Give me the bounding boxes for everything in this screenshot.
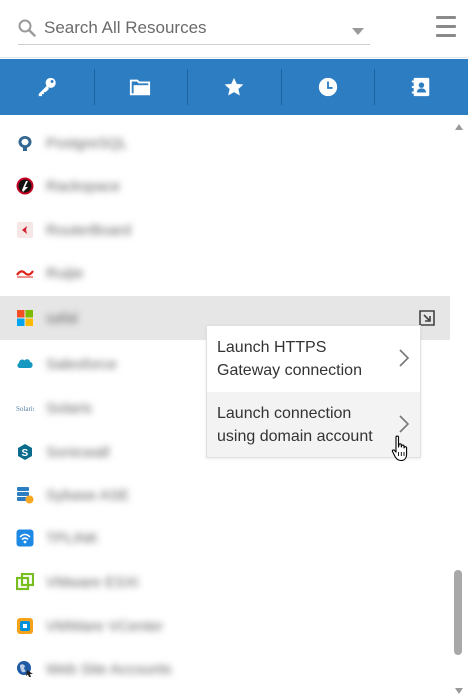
search-header — [0, 0, 468, 58]
vcenter-logo-icon — [17, 618, 33, 634]
sonicwall-logo-icon: S — [18, 444, 32, 460]
search-input[interactable] — [44, 15, 344, 41]
tab-bar — [0, 59, 468, 115]
scrollbar[interactable] — [450, 115, 468, 698]
launch-context-menu: Launch HTTPS Gateway connection Launch c… — [206, 325, 421, 458]
resource-name: Salesforce — [46, 355, 117, 373]
resource-name: Solaris — [46, 399, 92, 417]
svg-text:S: S — [22, 448, 29, 459]
salesforce-logo-icon — [17, 359, 33, 368]
tab-recent[interactable] — [280, 59, 375, 115]
chevron-right-icon — [399, 349, 410, 367]
resource-name: Web Site Accounts — [46, 660, 172, 678]
postgresql-logo-icon — [18, 136, 32, 151]
list-item[interactable]: PostgreSQL — [0, 121, 450, 165]
solaris-logo-icon: Solaris — [16, 405, 34, 413]
list-item[interactable]: Sybase ASE — [0, 473, 450, 517]
resource-name: TPLINK — [46, 529, 99, 547]
menu-item-launch-https-gateway[interactable]: Launch HTTPS Gateway connection — [207, 326, 420, 391]
resource-name: Sonicwall — [46, 443, 110, 461]
list-item[interactable]: RouterBoard — [0, 208, 450, 252]
resource-name: Sybase ASE — [46, 486, 130, 504]
resource-name: safal — [46, 309, 78, 327]
chevron-right-icon — [399, 415, 410, 433]
list-item[interactable]: Ruijie — [0, 251, 450, 295]
folder-icon — [130, 79, 151, 96]
menu-item-label: Launch connection using domain account — [217, 405, 373, 445]
search-box[interactable] — [18, 12, 370, 45]
resource-name: VMWare VCenter — [46, 617, 163, 635]
globe-logo-icon — [17, 661, 33, 677]
resource-name: Rackspace — [46, 177, 121, 195]
list-item[interactable]: VMWare VCenter — [0, 604, 450, 648]
database-logo-icon — [17, 487, 34, 504]
scroll-down-arrow-icon[interactable] — [455, 688, 463, 694]
list-item[interactable]: Web Site Accounts — [0, 647, 450, 691]
caret-down-icon[interactable] — [352, 28, 364, 35]
key-icon — [38, 77, 56, 97]
search-icon — [18, 19, 36, 37]
scroll-thumb[interactable] — [454, 570, 462, 655]
scroll-up-arrow-icon[interactable] — [455, 124, 463, 130]
resource-name: VMware ESXi — [46, 573, 139, 591]
resource-name: PostgreSQL — [46, 134, 128, 152]
tab-favorites[interactable] — [187, 59, 281, 115]
tab-contacts[interactable] — [374, 59, 468, 115]
svg-text:Solaris: Solaris — [16, 405, 34, 413]
menu-item-label: Launch HTTPS Gateway connection — [217, 339, 362, 379]
tab-folders[interactable] — [93, 59, 188, 115]
rackspace-logo-icon — [16, 177, 34, 195]
mikrotik-logo-icon — [17, 222, 33, 238]
resource-name: Ruijie — [46, 264, 84, 282]
list-item[interactable]: VMware ESXi — [0, 560, 450, 604]
wifi-logo-icon — [16, 529, 34, 547]
resource-name: RouterBoard — [46, 221, 132, 239]
menu-item-launch-domain-account[interactable]: Launch connection using domain account — [207, 392, 420, 457]
clock-icon — [318, 77, 337, 97]
windows-logo-icon — [17, 310, 33, 326]
list-item[interactable]: TPLINK — [0, 516, 450, 560]
contact-card-icon — [412, 77, 430, 97]
ruijie-logo-icon — [16, 270, 34, 278]
hand-pointer-cursor-icon — [391, 435, 408, 462]
vmware-logo-icon — [16, 573, 34, 591]
list-item[interactable]: Rackspace — [0, 164, 450, 208]
star-icon — [224, 77, 244, 96]
hamburger-menu-icon[interactable] — [436, 16, 456, 38]
tab-keys[interactable] — [0, 59, 94, 115]
